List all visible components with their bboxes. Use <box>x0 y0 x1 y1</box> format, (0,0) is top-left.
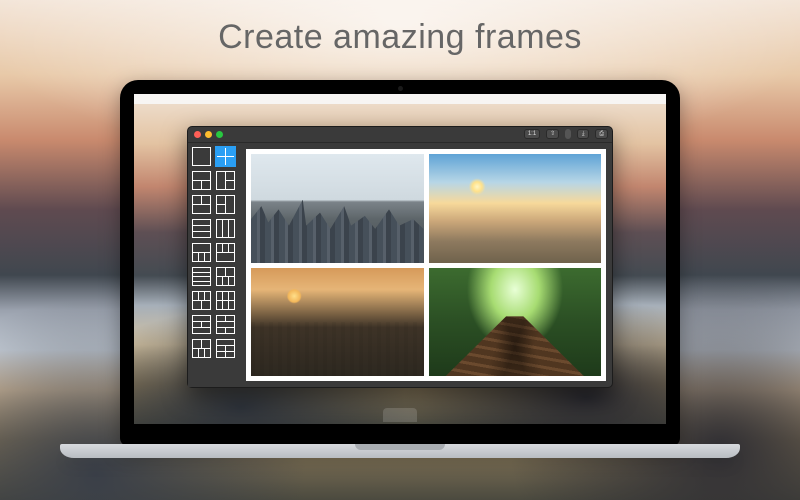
layout-template-2x2[interactable] <box>216 147 235 166</box>
macos-menubar <box>134 94 666 104</box>
layout-templates-panel <box>188 143 240 387</box>
layout-template-2-1-2[interactable] <box>216 315 235 334</box>
collage-cell-2[interactable] <box>429 154 602 263</box>
zoom-window-button[interactable] <box>216 131 223 138</box>
canvas-panel <box>240 143 612 387</box>
close-window-button[interactable] <box>194 131 201 138</box>
collage-cell-4[interactable] <box>429 268 602 377</box>
layout-template-l2r1[interactable] <box>216 195 235 214</box>
layout-template-3h[interactable] <box>192 219 211 238</box>
save-icon: ⤓ <box>582 131 585 137</box>
hero-headline: Create amazing frames <box>0 18 800 57</box>
app-window: 1:1 ⇧ ⤓ ⎙ <box>187 126 613 388</box>
layout-template-5b[interactable] <box>216 339 235 358</box>
collage-cell-1[interactable] <box>251 154 424 263</box>
toolbar-separator <box>565 129 571 139</box>
laptop-base <box>60 444 740 458</box>
collage-canvas[interactable] <box>246 149 606 381</box>
layout-template-t1b2[interactable] <box>192 171 211 190</box>
collage-cell-3[interactable] <box>251 268 424 377</box>
share-icon: ⇧ <box>550 131 555 137</box>
print-icon: ⎙ <box>599 131 604 137</box>
share-button[interactable]: ⇧ <box>546 129 559 139</box>
print-button[interactable]: ⎙ <box>595 129 608 139</box>
layout-template-t2b1[interactable] <box>192 195 211 214</box>
layout-template-grid6a[interactable] <box>216 291 235 310</box>
layout-template-3v[interactable] <box>216 219 235 238</box>
layout-template-single[interactable] <box>192 147 211 166</box>
layout-template-4h[interactable] <box>192 267 211 286</box>
titlebar: 1:1 ⇧ ⤓ ⎙ <box>188 127 612 143</box>
layout-template-2-3[interactable] <box>216 267 235 286</box>
macos-dock <box>383 408 417 422</box>
macbook-mockup: 1:1 ⇧ ⤓ ⎙ <box>120 80 680 458</box>
layout-template-3-2[interactable] <box>192 291 211 310</box>
layout-template-1-2-1[interactable] <box>192 315 211 334</box>
layout-template-1-3[interactable] <box>192 243 211 262</box>
layout-template-5a[interactable] <box>192 339 211 358</box>
aspect-ratio-button[interactable]: 1:1 <box>524 129 540 139</box>
camera-dot <box>398 86 403 91</box>
layout-template-l1r2[interactable] <box>216 171 235 190</box>
minimize-window-button[interactable] <box>205 131 212 138</box>
save-button[interactable]: ⤓ <box>577 129 589 139</box>
layout-template-3-1[interactable] <box>216 243 235 262</box>
